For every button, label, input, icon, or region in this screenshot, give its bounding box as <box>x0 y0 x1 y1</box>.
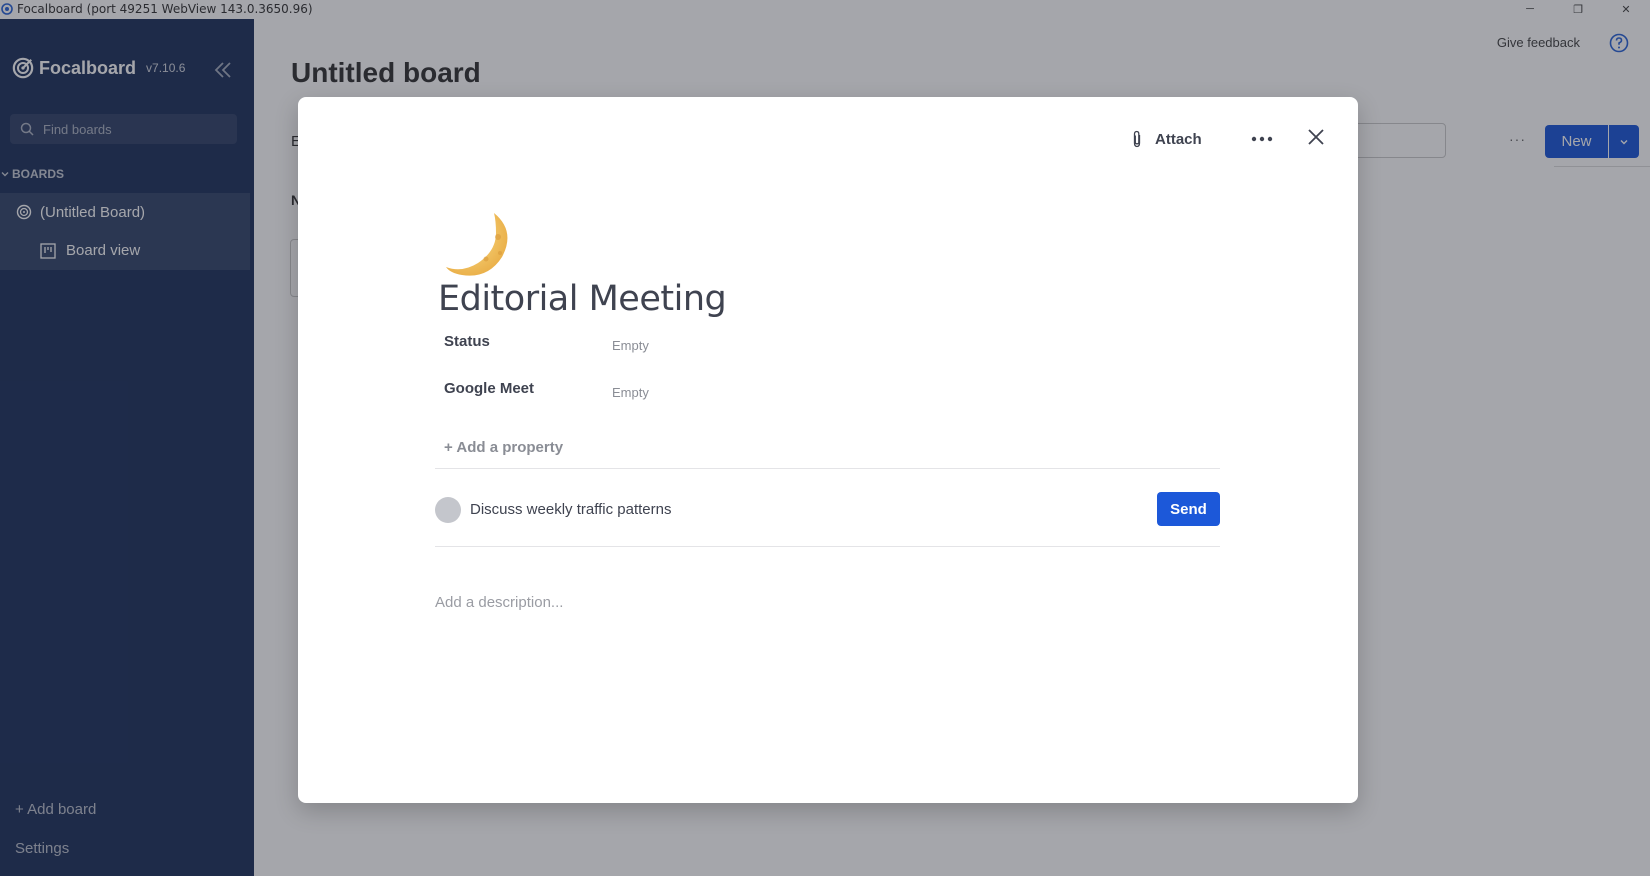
crescent-moon-icon[interactable] <box>444 209 514 279</box>
card-title[interactable]: Editorial Meeting <box>438 279 727 319</box>
description-input[interactable]: Add a description... <box>435 594 563 611</box>
attach-label: Attach <box>1155 130 1202 148</box>
properties-divider <box>435 468 1220 469</box>
avatar <box>435 497 461 523</box>
attach-button[interactable]: Attach <box>1130 130 1202 148</box>
property-name-google-meet[interactable]: Google Meet <box>444 380 534 397</box>
close-icon[interactable] <box>1306 127 1326 147</box>
comment-input[interactable]: Discuss weekly traffic patterns <box>470 501 671 518</box>
property-name-status[interactable]: Status <box>444 333 490 350</box>
more-options-icon[interactable] <box>1250 133 1274 145</box>
add-property-button[interactable]: + Add a property <box>444 439 563 456</box>
send-button[interactable]: Send <box>1157 492 1220 526</box>
paperclip-icon <box>1133 130 1141 148</box>
comments-divider <box>435 546 1220 547</box>
property-value-status[interactable]: Empty <box>612 338 649 353</box>
property-value-google-meet[interactable]: Empty <box>612 385 649 400</box>
card-dialog: Attach Editorial Meeting Status Empty Go… <box>298 97 1358 803</box>
